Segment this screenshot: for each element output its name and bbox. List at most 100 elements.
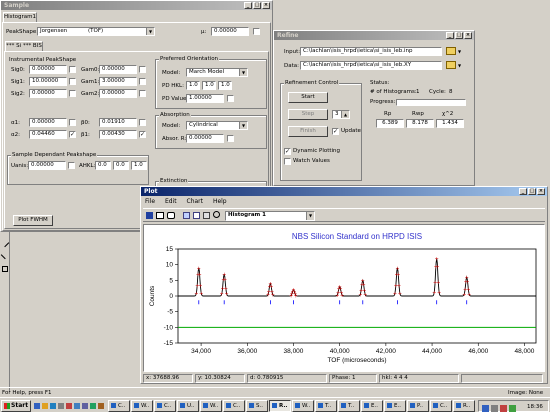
minimize-icon[interactable]: _ bbox=[244, 2, 252, 9]
maximize-icon[interactable]: □ bbox=[455, 32, 463, 39]
quick-launch-icon[interactable] bbox=[50, 403, 56, 409]
alpha-field[interactable]: 0.04460 bbox=[29, 130, 67, 139]
gam-refine-checkbox[interactable] bbox=[139, 78, 146, 85]
beta-refine-checkbox[interactable]: ✓ bbox=[139, 131, 146, 138]
preview-icon[interactable] bbox=[167, 212, 175, 219]
volume-icon[interactable] bbox=[491, 405, 498, 412]
minimize-icon[interactable]: _ bbox=[446, 32, 454, 39]
finish-button[interactable]: Finish bbox=[288, 126, 328, 137]
gam-field[interactable]: 0.00000 bbox=[99, 89, 137, 98]
data-file-field[interactable]: C:\lachlan\isis_hrpd\ietica\si_isis_leb.… bbox=[300, 61, 442, 70]
ahkl-l-field[interactable]: 1.0 bbox=[131, 161, 147, 170]
quick-launch-icon[interactable] bbox=[74, 403, 80, 409]
beta-field[interactable]: 0.01910 bbox=[99, 118, 137, 127]
step-button[interactable]: Step bbox=[288, 109, 328, 120]
update-checkbox[interactable]: ✓ bbox=[332, 128, 339, 135]
maximize-icon[interactable]: □ bbox=[253, 2, 261, 9]
input-file-field[interactable]: C:\lachlan\isis_hrpd\ietica\si_isis_leb.… bbox=[300, 47, 442, 56]
uanis-field[interactable]: 0.00000 bbox=[28, 161, 66, 170]
taskbar-window-button[interactable]: W.. bbox=[292, 400, 314, 412]
histogram-select[interactable]: Histogram 1 ▼ bbox=[225, 211, 315, 221]
chevron-down-icon[interactable]: ▼ bbox=[306, 212, 314, 220]
gam-field[interactable]: 0.00000 bbox=[99, 65, 137, 74]
open-folder-icon[interactable] bbox=[446, 61, 456, 69]
spinner-icon[interactable]: ▲ bbox=[341, 111, 349, 118]
quick-launch-icon[interactable] bbox=[98, 403, 104, 409]
abs-r-field[interactable]: 0.00000 bbox=[186, 134, 224, 143]
close-icon[interactable]: × bbox=[537, 188, 545, 195]
quick-launch-icon[interactable] bbox=[42, 403, 48, 409]
abs-model-select[interactable]: Cylindrical ▼ bbox=[186, 121, 248, 130]
pd-value-field[interactable]: 1.00000 bbox=[186, 94, 224, 103]
chevron-down-icon[interactable]: ▼ bbox=[239, 69, 247, 76]
peak-shape-select[interactable]: Jorgensen (TOF) ▼ bbox=[37, 27, 155, 36]
ahkl-k-field[interactable]: 0.0 bbox=[113, 161, 129, 170]
quick-launch-icon[interactable] bbox=[34, 403, 40, 409]
beta-field[interactable]: 0.00430 bbox=[99, 130, 137, 139]
taskbar-window-button[interactable]: C.. bbox=[430, 400, 452, 412]
quick-launch-icon[interactable] bbox=[90, 403, 96, 409]
sig-field[interactable]: 0.00000 bbox=[29, 89, 67, 98]
pd-k-field[interactable]: 1.0 bbox=[202, 81, 216, 90]
minimize-icon[interactable]: _ bbox=[519, 188, 527, 195]
zoom-icon[interactable] bbox=[213, 211, 220, 218]
dynamic-plotting-checkbox[interactable]: ✓ bbox=[284, 148, 291, 155]
alpha-refine-checkbox[interactable] bbox=[69, 119, 76, 126]
maximize-icon[interactable]: □ bbox=[528, 188, 536, 195]
chevron-down-icon[interactable]: ▼ bbox=[146, 28, 154, 35]
antivirus-icon[interactable] bbox=[500, 405, 507, 412]
open-folder-icon[interactable] bbox=[446, 47, 456, 55]
taskbar-window-button[interactable]: W.. bbox=[131, 400, 153, 412]
save-icon[interactable] bbox=[146, 212, 153, 219]
taskbar-window-button[interactable]: R.. bbox=[269, 400, 291, 412]
quick-launch-icon[interactable] bbox=[58, 403, 64, 409]
abs-r-refine-checkbox[interactable] bbox=[227, 135, 234, 142]
pd-l-field[interactable]: 1.0 bbox=[218, 81, 232, 90]
gam-refine-checkbox[interactable] bbox=[139, 66, 146, 73]
copy-data-icon[interactable] bbox=[193, 212, 200, 219]
pd-value-refine-checkbox[interactable] bbox=[227, 95, 234, 102]
uanis-refine-checkbox[interactable] bbox=[68, 162, 75, 169]
taskbar-window-button[interactable]: W.. bbox=[200, 400, 222, 412]
quick-launch-icon[interactable] bbox=[82, 403, 88, 409]
step-count-spinner[interactable]: 3 ▲ bbox=[332, 110, 350, 119]
menu-help[interactable]: Help bbox=[213, 198, 227, 205]
taskbar-window-button[interactable]: E.. bbox=[384, 400, 406, 412]
tab-histogram1[interactable]: Histogram1 bbox=[3, 12, 37, 22]
tool-line-icon[interactable] bbox=[0, 238, 10, 248]
print-icon[interactable] bbox=[156, 212, 164, 219]
close-icon[interactable]: × bbox=[262, 2, 270, 9]
sig-refine-checkbox[interactable] bbox=[69, 66, 76, 73]
taskbar-window-button[interactable]: S.. bbox=[246, 400, 268, 412]
tab-phase-si[interactable]: *** Si *** BIS bbox=[5, 41, 43, 51]
close-icon[interactable]: × bbox=[464, 32, 472, 39]
gam-refine-checkbox[interactable] bbox=[139, 90, 146, 97]
chart-area[interactable]: NBS Silicon Standard on HRPD ISIS -15 -10 -… bbox=[143, 224, 545, 372]
start-button[interactable]: Start bbox=[1, 400, 31, 412]
quick-launch-icon[interactable] bbox=[66, 403, 72, 409]
tray-app-icon[interactable] bbox=[509, 405, 516, 412]
mu-field[interactable]: 0.00000 bbox=[211, 27, 249, 36]
watch-values-checkbox[interactable] bbox=[284, 158, 291, 165]
pd-h-field[interactable]: 1.0 bbox=[186, 81, 200, 90]
tool-rect-icon[interactable] bbox=[2, 266, 8, 272]
taskbar-window-button[interactable]: C.. bbox=[154, 400, 176, 412]
ahkl-h-field[interactable]: 0.0 bbox=[95, 161, 111, 170]
taskbar-window-button[interactable]: P.. bbox=[407, 400, 429, 412]
sig-refine-checkbox[interactable] bbox=[69, 90, 76, 97]
taskbar-window-button[interactable]: C.. bbox=[223, 400, 245, 412]
chevron-down-icon[interactable]: ▼ bbox=[458, 63, 461, 68]
menu-edit[interactable]: Edit bbox=[165, 198, 177, 205]
alpha-field[interactable]: 0.00000 bbox=[29, 118, 67, 127]
menu-chart[interactable]: Chart bbox=[187, 198, 204, 205]
beta-refine-checkbox[interactable] bbox=[139, 119, 146, 126]
start-button[interactable]: Start bbox=[288, 92, 328, 103]
gam-field[interactable]: 3.00000 bbox=[99, 77, 137, 86]
taskbar-window-button[interactable]: T.. bbox=[338, 400, 360, 412]
taskbar-window-button[interactable]: E.. bbox=[361, 400, 383, 412]
taskbar-window-button[interactable]: R.. bbox=[453, 400, 475, 412]
sig-field[interactable]: 0.00000 bbox=[29, 65, 67, 74]
taskbar-window-button[interactable]: U.. bbox=[177, 400, 199, 412]
tool-line2-icon[interactable] bbox=[0, 250, 10, 260]
chevron-down-icon[interactable]: ▼ bbox=[458, 49, 461, 54]
